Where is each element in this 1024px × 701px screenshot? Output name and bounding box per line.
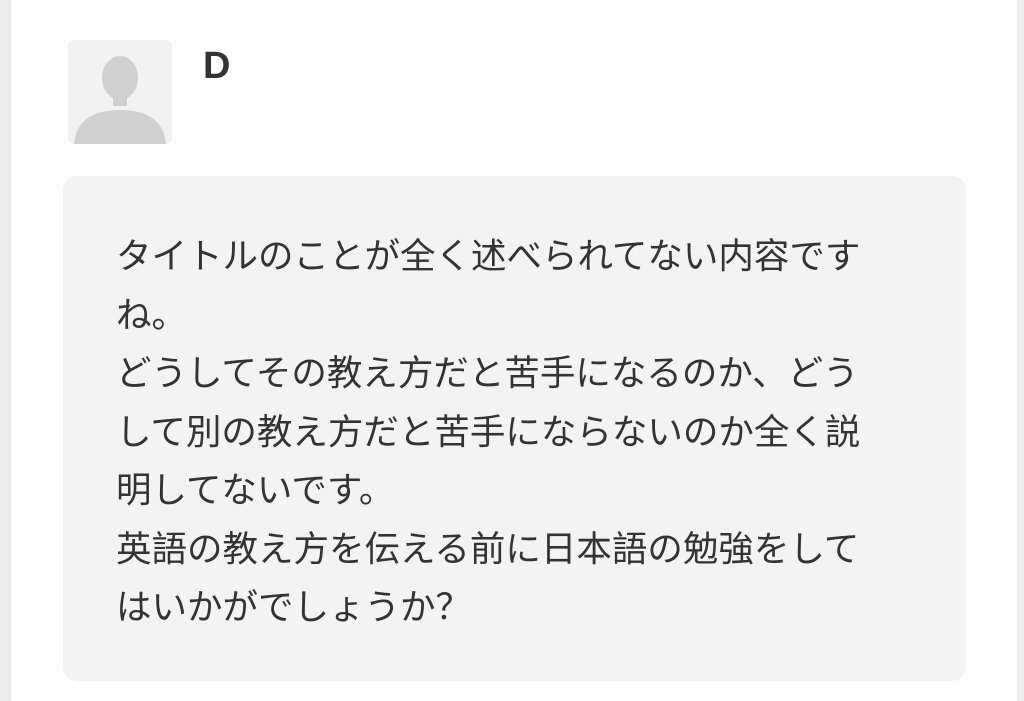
user-silhouette-icon (68, 40, 172, 144)
comment-body-box: タイトルのことが全く述べられてない内容ですね。 どうしてその教え方だと苦手になる… (63, 176, 966, 681)
comment-card: D タイトルのことが全く述べられてない内容ですね。 どうしてその教え方だと苦手に… (11, 0, 1017, 701)
comment-author-name[interactable]: D (203, 42, 230, 90)
comment-body-text: タイトルのことが全く述べられてない内容ですね。 どうしてその教え方だと苦手になる… (116, 236, 861, 628)
avatar[interactable] (68, 40, 172, 144)
